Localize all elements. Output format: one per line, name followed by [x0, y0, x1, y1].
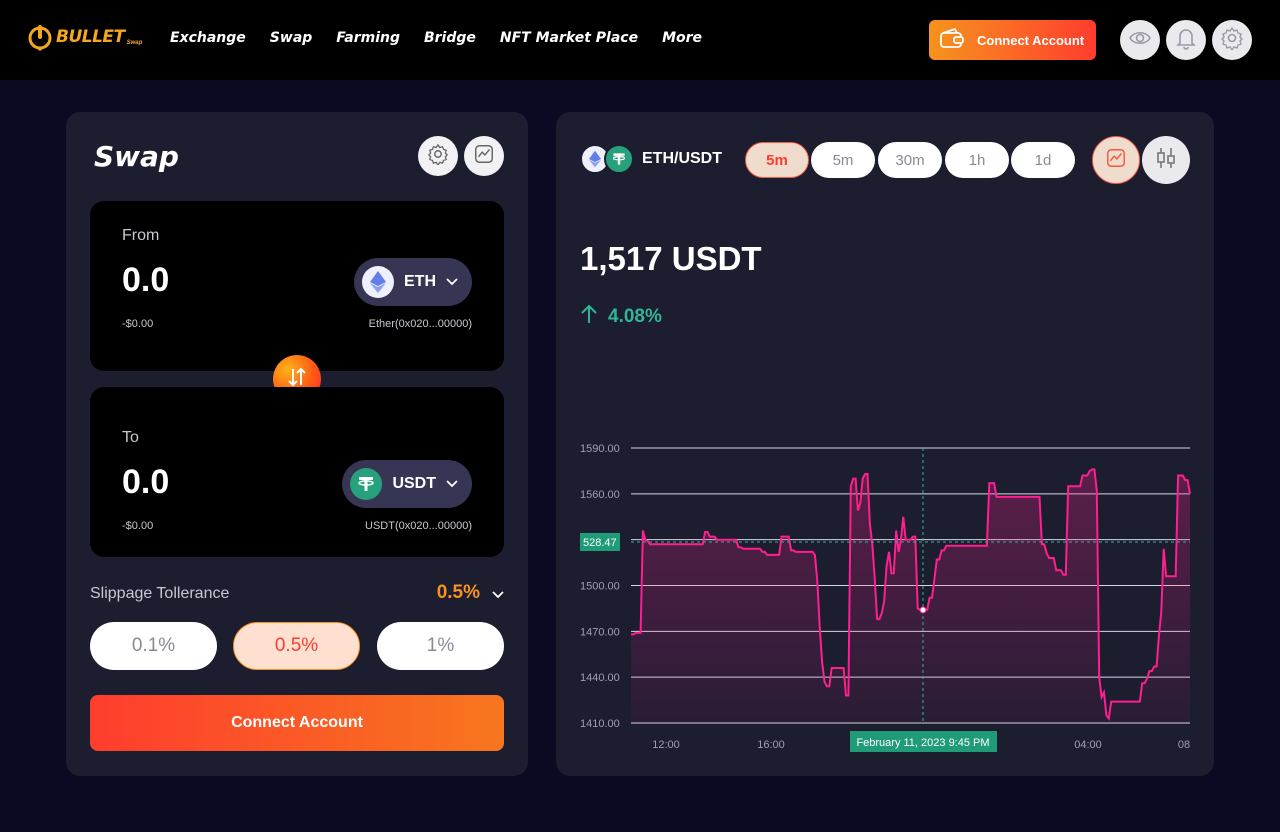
from-token-symbol: ETH — [404, 273, 436, 290]
settings-button[interactable] — [1212, 20, 1252, 60]
x-tick-label: 04:00 — [1074, 739, 1102, 751]
logo[interactable]: BULLET Swap — [28, 22, 142, 52]
y-tick-label: 1440.00 — [580, 672, 620, 684]
swap-settings-button[interactable] — [418, 136, 458, 176]
x-tick-label: 12:00 — [652, 739, 680, 751]
chart-panel: ETH/USDT 5m 5m 30m 1h 1d 1,517 USDT 4.08… — [556, 112, 1214, 776]
from-label: From — [122, 227, 160, 244]
to-token-symbol: USDT — [392, 475, 436, 492]
y-tick-label: 1500.00 — [580, 581, 620, 593]
slippage-option-0-5[interactable]: 0.5% — [233, 622, 360, 670]
crosshair-y-label: 528.47 — [583, 537, 617, 549]
timeframe-5m[interactable]: 5m — [811, 142, 875, 178]
current-price: 1,517 USDT — [580, 240, 762, 277]
main-nav: Exchange Swap Farming Bridge NFT Market … — [170, 30, 702, 46]
from-token-box: From 0.0 -$0.00 ETH Ether(0x020...00000) — [90, 201, 504, 371]
swap-panel: Swap From 0.0 -$0.00 ETH Ether(0x020...0… — [66, 112, 528, 776]
candle-chart-toggle[interactable] — [1142, 136, 1190, 184]
to-token-address: USDT(0x020...00000) — [365, 520, 472, 532]
logo-icon — [28, 22, 52, 52]
from-usd-value: -$0.00 — [122, 318, 154, 330]
visibility-button[interactable] — [1120, 20, 1160, 60]
slippage-option-1[interactable]: 1% — [377, 622, 504, 670]
nav-exchange[interactable]: Exchange — [170, 30, 246, 46]
wallet-icon — [939, 27, 965, 53]
price-change-value: 4.08% — [608, 306, 662, 327]
connect-account-button[interactable]: Connect Account — [90, 695, 504, 751]
eye-icon — [1128, 26, 1152, 55]
price-area — [631, 469, 1190, 723]
pair-selector[interactable]: ETH/USDT — [580, 144, 722, 174]
crosshair-x-label: February 11, 2023 9:45 PM — [856, 737, 989, 749]
timeframe-1h[interactable]: 1h — [945, 142, 1009, 178]
nav-more[interactable]: More — [662, 30, 702, 46]
nav-farming[interactable]: Farming — [336, 30, 400, 46]
chart-icon — [473, 143, 495, 170]
y-tick-label: 1560.00 — [580, 489, 620, 501]
y-tick-label: 1410.00 — [580, 718, 620, 730]
timeframe-30m[interactable]: 30m — [878, 142, 942, 178]
header-connect-label: Connect Account — [977, 32, 1085, 48]
show-chart-button[interactable] — [464, 136, 504, 176]
from-token-address: Ether(0x020...00000) — [368, 318, 472, 330]
timeframe-1d[interactable]: 1d — [1011, 142, 1075, 178]
gear-icon — [1220, 26, 1244, 55]
slippage-option-0-1[interactable]: 0.1% — [90, 622, 217, 670]
nav-nft-market-place[interactable]: NFT Market Place — [500, 30, 638, 46]
eth-icon — [362, 266, 394, 298]
nav-bridge[interactable]: Bridge — [424, 30, 476, 46]
logo-subtext: Swap — [126, 40, 143, 46]
slippage-label: Slippage Tollerance — [90, 585, 230, 602]
y-tick-label: 1590.00 — [580, 443, 620, 455]
chevron-down-icon — [446, 475, 458, 493]
nav-swap[interactable]: Swap — [270, 30, 313, 46]
usdt-icon — [350, 468, 383, 500]
from-token-select[interactable]: ETH — [354, 258, 472, 306]
x-tick-label: 16:00 — [757, 739, 785, 751]
logo-text: BULLET — [56, 27, 125, 47]
candlestick-icon — [1155, 146, 1177, 175]
from-amount-input[interactable]: 0.0 — [122, 261, 169, 300]
line-chart-icon — [1105, 147, 1127, 174]
to-label: To — [122, 429, 139, 446]
price-chart[interactable]: 1590.001560.001530.001500.001470.001440.… — [556, 432, 1214, 762]
to-token-box: To 0.0 -$0.00 USDT USDT(0x020...00000) — [90, 387, 504, 557]
header-connect-account-button[interactable]: Connect Account — [929, 20, 1096, 60]
slippage-value[interactable]: 0.5% — [437, 582, 480, 604]
notifications-button[interactable] — [1166, 20, 1206, 60]
to-amount-input[interactable]: 0.0 — [122, 463, 169, 502]
gear-icon — [427, 143, 449, 170]
x-tick-label: 08 — [1178, 739, 1190, 751]
y-tick-label: 1470.00 — [580, 626, 620, 638]
usdt-icon — [604, 144, 634, 174]
arrow-up-icon — [580, 304, 598, 330]
price-change: 4.08% — [580, 304, 662, 330]
pair-label: ETH/USDT — [642, 150, 722, 167]
swap-title: Swap — [94, 140, 179, 173]
top-header: BULLET Swap Exchange Swap Farming Bridge… — [0, 0, 1280, 80]
chevron-down-icon[interactable] — [492, 586, 504, 604]
to-token-select[interactable]: USDT — [342, 460, 472, 508]
chevron-down-icon — [446, 273, 458, 291]
line-chart-toggle[interactable] — [1092, 136, 1140, 184]
timeframe-5m-active[interactable]: 5m — [745, 142, 809, 178]
crosshair-dot — [919, 606, 927, 614]
to-usd-value: -$0.00 — [122, 520, 154, 532]
bell-icon — [1175, 26, 1197, 55]
